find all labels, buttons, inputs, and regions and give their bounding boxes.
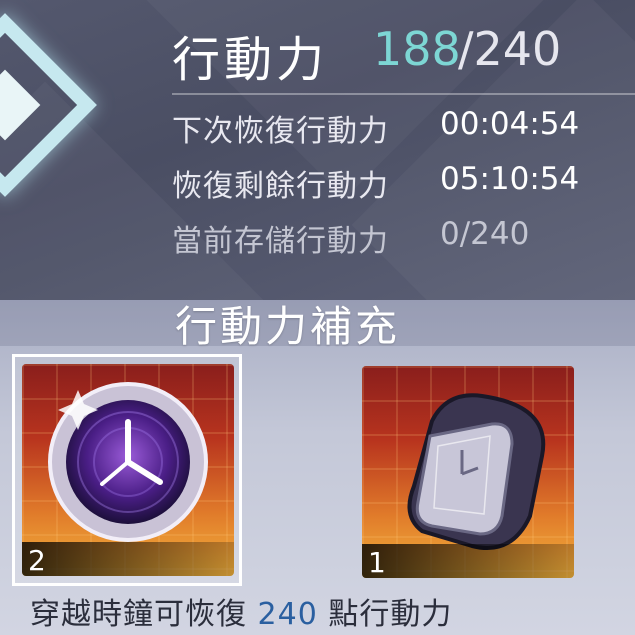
stored-value: 0/240 xyxy=(440,216,530,252)
next-recover-value: 00:04:54 xyxy=(440,106,580,142)
stamina-title: 行動力 xyxy=(172,32,329,88)
item-count-bar: 1 xyxy=(362,544,574,578)
remaining-recover-value: 05:10:54 xyxy=(440,161,580,197)
remaining-recover-label: 恢復剩餘行動力 xyxy=(172,169,389,204)
item-count-bar: 2 xyxy=(22,542,234,576)
description-suffix: 點行動力 xyxy=(317,597,453,632)
recover-amount: 240 xyxy=(257,597,318,632)
stamina-logo-icon xyxy=(0,10,130,230)
item-description: 穿越時鐘可恢復 240 點行動力 xyxy=(30,589,452,633)
next-recover-label: 下次恢復行動力 xyxy=(172,114,389,149)
description-prefix: 穿越時鐘可恢復 xyxy=(30,597,258,632)
item-wristwatch[interactable]: 1 xyxy=(362,366,574,578)
stored-label: 當前存儲行動力 xyxy=(172,224,389,259)
refill-title: 行動力補充 xyxy=(175,302,401,351)
divider xyxy=(172,93,635,95)
stamina-max: /240 xyxy=(458,22,562,76)
stamina-current: 188 xyxy=(373,22,461,76)
item-count: 1 xyxy=(368,546,386,578)
item-time-clock[interactable]: 2 xyxy=(22,364,234,576)
item-count: 2 xyxy=(28,544,46,576)
